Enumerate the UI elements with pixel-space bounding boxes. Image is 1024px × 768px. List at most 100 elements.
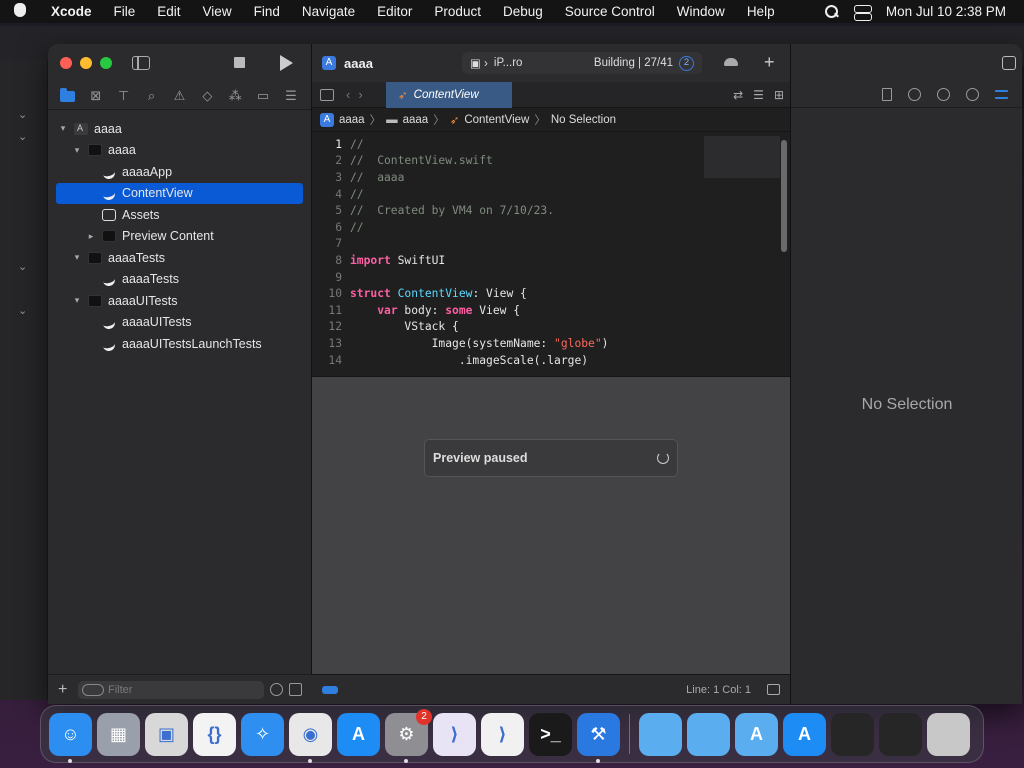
tree-item[interactable]: aaaaApp: [48, 161, 311, 183]
code-line[interactable]: 5 // Created by VM4 on 7/10/23.: [312, 202, 790, 219]
network-icon[interactable]: ▣: [145, 712, 188, 756]
code-line[interactable]: 4 //: [312, 186, 790, 203]
disclosure-open-icon[interactable]: ▾: [72, 145, 82, 156]
add-file-icon[interactable]: +: [58, 681, 72, 699]
menu-view[interactable]: View: [192, 4, 243, 19]
menu-window[interactable]: Window: [666, 4, 736, 19]
filter-input[interactable]: Filter: [78, 680, 264, 699]
disclosure-open-icon[interactable]: ▾: [72, 252, 82, 263]
stop-button[interactable]: [234, 57, 245, 68]
app-store-icon[interactable]: A: [783, 712, 826, 756]
trash-icon[interactable]: [927, 712, 970, 756]
menu-help[interactable]: Help: [736, 4, 786, 19]
code-editor[interactable]: 1 // 2 // ContentView.swift 3 // aaaa 4 // 5 // C…: [312, 136, 790, 376]
disclosure-closed-icon[interactable]: ▸: [86, 231, 96, 242]
run-button[interactable]: [280, 55, 293, 71]
menu-edit[interactable]: Edit: [146, 4, 191, 19]
minimize-window-button[interactable]: [80, 57, 92, 69]
apps-folder-icon[interactable]: A: [735, 712, 778, 756]
chrome-icon[interactable]: ◉: [289, 712, 332, 763]
menu-editor[interactable]: Editor: [366, 4, 423, 19]
code-line[interactable]: 2 // ContentView.swift: [312, 153, 790, 170]
xcode-hammer-icon[interactable]: ⚒: [577, 712, 620, 763]
visual-studio-icon[interactable]: ⟩: [433, 712, 476, 756]
back-forward-arrows-icon[interactable]: ‹›: [346, 87, 371, 102]
tab-contentview[interactable]: ➶ ContentView: [386, 82, 512, 108]
project-title[interactable]: aaaa: [344, 56, 373, 71]
tree-item[interactable]: aaaaTests: [48, 269, 311, 291]
disclosure-open-icon[interactable]: ▾: [58, 123, 68, 134]
menu-product[interactable]: Product: [423, 4, 492, 19]
code-line[interactable]: 1 //: [312, 136, 790, 153]
tree-item[interactable]: ▾ aaaa: [48, 118, 311, 140]
history-inspector-icon[interactable]: [908, 88, 921, 101]
attributes-inspector-icon[interactable]: [995, 90, 1008, 99]
source-control-filter-icon[interactable]: [289, 683, 302, 696]
menu-debug[interactable]: Debug: [492, 4, 554, 19]
tree-item[interactable]: ▸ Preview Content: [48, 226, 311, 248]
tree-item[interactable]: aaaaUITestsLaunchTests: [48, 333, 311, 355]
preview-paused-banner[interactable]: Preview paused: [424, 439, 678, 477]
live-preview-toggle[interactable]: [322, 685, 338, 694]
accessibility-inspector-icon[interactable]: [966, 88, 979, 101]
apple-icon[interactable]: [0, 2, 40, 21]
finder-icon[interactable]: ☺: [49, 712, 92, 763]
close-window-button[interactable]: [60, 57, 72, 69]
folder-icon[interactable]: [687, 712, 730, 756]
tree-item[interactable]: ▾ aaaa: [48, 140, 311, 162]
issue-count-badge[interactable]: 2: [679, 55, 694, 71]
tree-item[interactable]: ▾ aaaaUITests: [48, 290, 311, 312]
menu-navigate[interactable]: Navigate: [291, 4, 366, 19]
test-navigator-icon[interactable]: ◇: [199, 88, 215, 103]
spotlight-search-icon[interactable]: [824, 4, 840, 19]
recent-files-icon[interactable]: [270, 683, 283, 696]
code-line[interactable]: 8 import SwiftUI: [312, 252, 790, 269]
terminal-icon[interactable]: >_: [529, 712, 572, 756]
resume-preview-icon[interactable]: [657, 452, 669, 464]
run-destination[interactable]: iP...ro: [494, 57, 523, 69]
code-line[interactable]: 9: [312, 269, 790, 286]
library-plus-icon[interactable]: +: [764, 52, 775, 73]
project-navigator-icon[interactable]: [59, 87, 76, 103]
code-line[interactable]: 6 //: [312, 219, 790, 236]
disclosure-open-icon[interactable]: ▾: [72, 295, 82, 306]
app-store-icon[interactable]: A: [337, 712, 380, 756]
debug-navigator-icon[interactable]: ⁂: [227, 88, 243, 103]
zoom-window-button[interactable]: [100, 57, 112, 69]
editor-options-icon[interactable]: ☰: [753, 88, 764, 102]
breadcrumb-item[interactable]: aaaa: [339, 114, 365, 126]
menu-file[interactable]: File: [103, 4, 147, 19]
menu-find[interactable]: Find: [243, 4, 291, 19]
launchpad-icon[interactable]: ▦: [97, 712, 140, 756]
find-navigator-icon[interactable]: ⌕: [144, 88, 160, 103]
menu-source-control[interactable]: Source Control: [554, 4, 666, 19]
tree-item[interactable]: Assets: [48, 204, 311, 226]
scheme-selector[interactable]: ▣ › iP...ro Building | 27/41 2: [462, 52, 702, 74]
breadcrumb-item[interactable]: aaaa: [403, 114, 429, 126]
breadcrumb-item[interactable]: No Selection: [551, 114, 616, 126]
code-line[interactable]: 7: [312, 236, 790, 253]
breadcrumb-item[interactable]: ContentView: [464, 114, 529, 126]
code-line[interactable]: 12 VStack {: [312, 319, 790, 336]
folder-icon[interactable]: [639, 712, 682, 756]
braces-icon[interactable]: {}: [193, 712, 236, 756]
toggle-navigator-icon[interactable]: [132, 56, 150, 70]
tree-item[interactable]: ▾ aaaaTests: [48, 247, 311, 269]
refresh-icon[interactable]: ⇄: [733, 88, 743, 102]
vscode-icon[interactable]: ⟩: [481, 712, 524, 756]
screenshot-icon[interactable]: [879, 712, 922, 756]
toggle-inspector-icon[interactable]: [1002, 56, 1016, 70]
tree-item[interactable]: ContentView: [56, 182, 303, 204]
file-inspector-icon[interactable]: [882, 88, 892, 101]
editor-scrollbar[interactable]: [781, 140, 787, 252]
code-line[interactable]: 11 var body: some View {: [312, 302, 790, 319]
code-line[interactable]: 14 .imageScale(.large): [312, 352, 790, 369]
symbol-navigator-icon[interactable]: ⊤: [116, 88, 132, 103]
menu-clock[interactable]: Mon Jul 10 2:38 PM: [886, 4, 1006, 19]
cloud-icon[interactable]: [724, 58, 738, 66]
add-editor-icon[interactable]: ⊞: [774, 88, 784, 102]
control-center-icon[interactable]: [853, 4, 872, 21]
issue-navigator-icon[interactable]: ⚠: [171, 88, 187, 103]
tree-item[interactable]: aaaaUITests: [48, 312, 311, 334]
settings-gear-icon[interactable]: ⚙ 2: [385, 708, 432, 763]
